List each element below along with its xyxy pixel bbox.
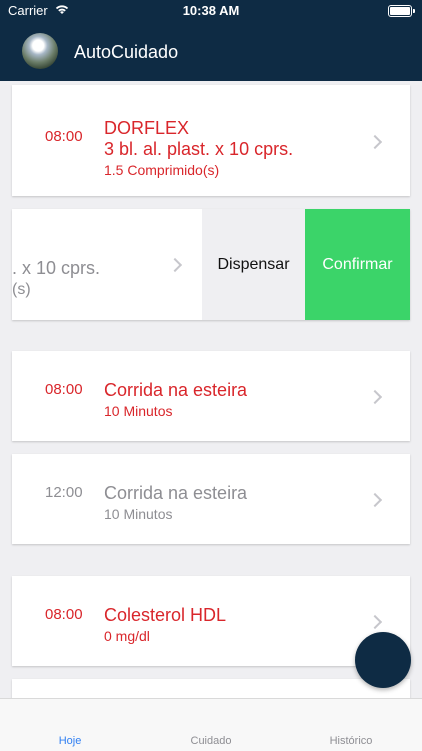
item-description: . x 10 cprs. (12, 258, 101, 278)
item-detail: 10 Minutos (104, 403, 173, 419)
item-detail: 0 mg/dl (104, 628, 150, 644)
swiped-content[interactable]: . x 10 cprs. (s) (12, 209, 202, 320)
list-item[interactable]: 08:00 Corrida na esteira 10 Minutos (12, 351, 410, 441)
nav-bar: AutoCuidado (0, 22, 422, 81)
item-detail: 1.5 Comprimido(s) (104, 162, 220, 178)
item-time: 12:00 (45, 484, 83, 501)
list-item-swiped[interactable]: . x 10 cprs. (s) Dispensar Confirmar (12, 209, 410, 320)
tab-bar: Hoje Cuidado Histórico (0, 698, 422, 751)
item-name: Corrida na esteira (104, 483, 248, 503)
schedule-list[interactable]: 08:00 DORFLEX 3 bl. al. plast. x 10 cprs… (0, 81, 422, 698)
confirmar-button[interactable]: Confirmar (305, 209, 410, 320)
chevron-right-icon (367, 389, 383, 405)
dispensar-button[interactable]: Dispensar (202, 209, 305, 320)
item-detail: 10 Minutos (104, 506, 173, 522)
item-name: Corrida na esteira (104, 380, 248, 400)
chevron-right-icon (167, 257, 183, 273)
status-bar: Carrier 10:38 AM (0, 0, 422, 22)
battery-icon (388, 5, 415, 17)
list-item[interactable] (12, 679, 410, 698)
chevron-right-icon (367, 492, 383, 508)
chevron-right-icon (367, 614, 383, 630)
floating-action-button[interactable] (355, 632, 411, 688)
status-time: 10:38 AM (182, 3, 240, 18)
item-time: 08:00 (45, 381, 83, 398)
list-item[interactable]: 12:00 Corrida na esteira 10 Minutos (12, 454, 410, 544)
item-time: 08:00 (45, 606, 83, 623)
tab-cuidado[interactable]: Cuidado (161, 735, 261, 747)
tab-historico[interactable]: Histórico (301, 735, 401, 747)
item-name: DORFLEX (104, 118, 190, 138)
item-description: 3 bl. al. plast. x 10 cprs. (104, 139, 294, 159)
app-title: AutoCuidado (74, 42, 179, 62)
chevron-right-icon (367, 134, 383, 150)
tab-hoje[interactable]: Hoje (20, 735, 120, 747)
item-time: 08:00 (45, 128, 83, 145)
item-detail: (s) (12, 281, 31, 298)
item-name: Colesterol HDL (104, 605, 227, 625)
list-item[interactable]: 08:00 DORFLEX 3 bl. al. plast. x 10 cprs… (12, 85, 410, 196)
list-item[interactable]: 08:00 Colesterol HDL 0 mg/dl (12, 576, 410, 666)
avatar[interactable] (22, 33, 58, 69)
